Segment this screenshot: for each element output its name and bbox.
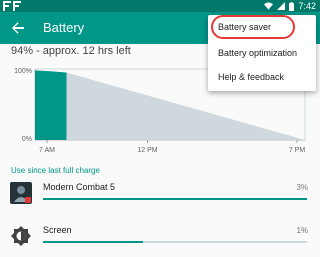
- menu-item-battery-optimization[interactable]: Battery optimization: [208, 41, 316, 65]
- status-time: 7:42: [298, 1, 316, 11]
- usage-item-modern-combat[interactable]: Modern Combat 5 3%: [0, 179, 320, 207]
- notification-f-icon: [13, 1, 21, 11]
- chart-x-tick-label: 7 AM: [39, 147, 55, 154]
- chart-x-tick-label: 7 PM: [289, 147, 306, 154]
- page-title: Battery: [43, 20, 85, 35]
- usage-section-header: Use since last full charge: [11, 166, 100, 175]
- chart-y-tick-label: 0%: [22, 136, 32, 143]
- arrow-back-icon[interactable]: [10, 20, 26, 36]
- menu-item-battery-saver[interactable]: Battery saver: [211, 15, 295, 39]
- usage-item-percent: 1%: [296, 226, 308, 235]
- chart-series-area-0: [35, 70, 67, 140]
- chart-x-tick-label: 12 PM: [137, 147, 157, 154]
- menu-item-help-feedback[interactable]: Help & feedback: [208, 65, 316, 89]
- signal-icon: [277, 2, 286, 10]
- usage-item-screen[interactable]: Screen 1%: [0, 222, 320, 250]
- notification-f-icon: [3, 1, 11, 11]
- battery-summary: 94% - approx. 12 hrs left: [11, 45, 131, 57]
- usage-bar-fill: [43, 241, 144, 243]
- modern-combat-icon: [10, 182, 32, 204]
- usage-bar-fill: [43, 198, 307, 200]
- overflow-menu: Battery saver Battery optimization Help …: [208, 15, 316, 91]
- status-bar: 7:42: [0, 0, 320, 12]
- wifi-icon: [264, 2, 274, 10]
- screen-brightness-icon: [11, 226, 31, 246]
- chart-y-tick-label: 100%: [14, 68, 32, 75]
- usage-bar-track: [43, 241, 307, 243]
- usage-item-name: Modern Combat 5: [43, 182, 116, 192]
- usage-bar-track: [43, 198, 307, 200]
- battery-icon: [289, 1, 295, 11]
- usage-item-name: Screen: [43, 225, 72, 235]
- usage-item-percent: 3%: [296, 183, 308, 192]
